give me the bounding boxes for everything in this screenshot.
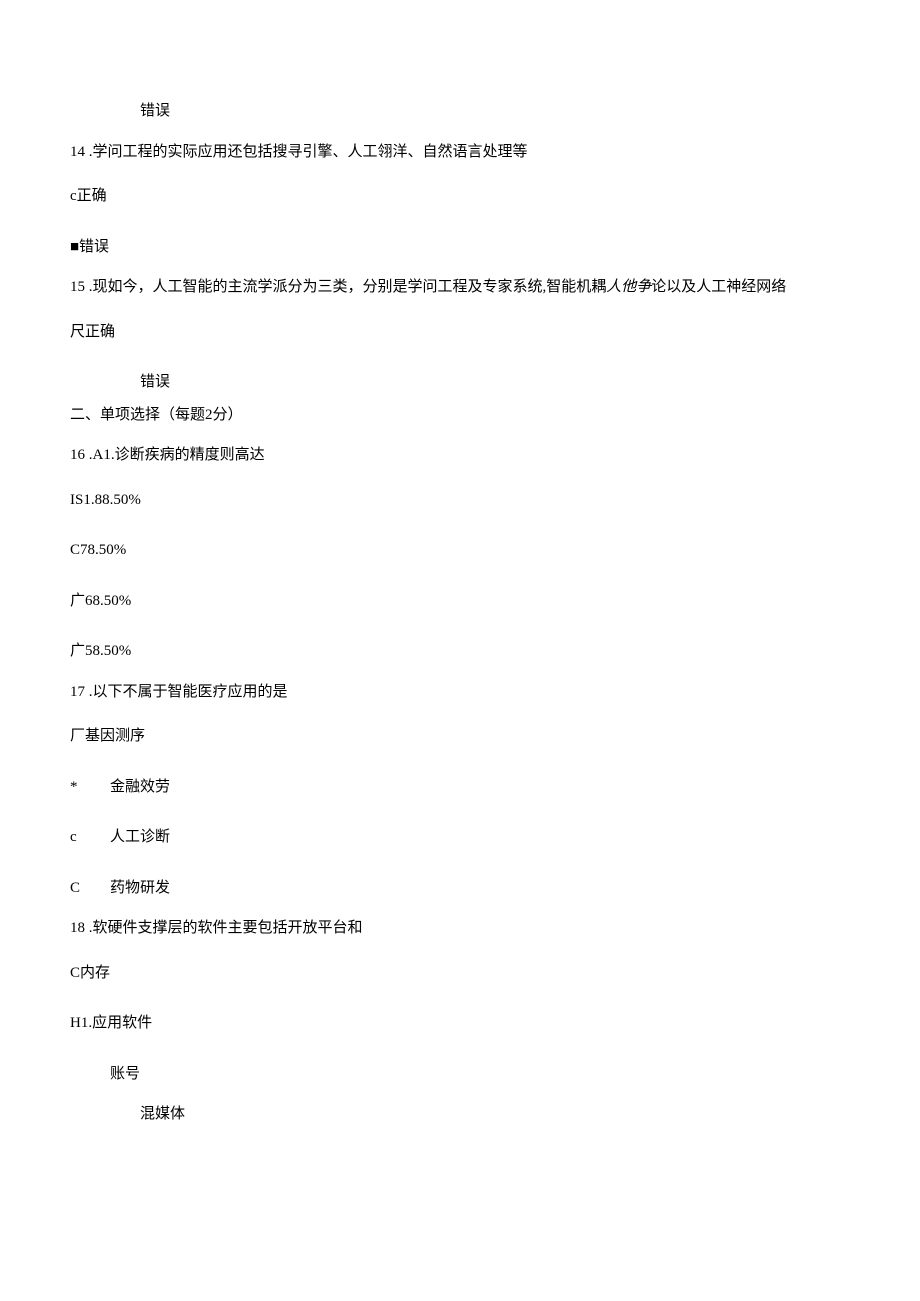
text: 二、单项选择（每题2分） — [70, 407, 243, 423]
option-c: 账号 — [70, 1063, 850, 1086]
number: 16 — [70, 447, 85, 463]
question-15: 15 .现如今，人工智能的主流学派分为三类，分别是学问工程及专家系统,智能机耦人… — [70, 276, 850, 299]
text: 错误 — [140, 374, 170, 390]
text: 账号 — [110, 1066, 140, 1082]
number: 18 — [70, 920, 85, 936]
text: 论以及人工神经网络 — [651, 279, 786, 295]
text: 错误 — [140, 103, 170, 119]
option-correct: 尺正确 — [70, 321, 850, 344]
text: .以下不属于智能医疗应用的是 — [85, 684, 288, 700]
option-d: 混媒体 — [70, 1103, 850, 1126]
text: 广58.50% — [70, 643, 131, 659]
question-18: 18 .软硬件支撑层的软件主要包括开放平台和 — [70, 917, 850, 940]
option-d: C药物研发 — [70, 877, 850, 900]
text: 金融效劳 — [110, 779, 170, 795]
marker: c — [70, 826, 110, 849]
option-c: c人工诊断 — [70, 826, 850, 849]
text: .现如今，人工智能的主流学派分为三类，分别是学问工程及专家系统,智能机耦 — [85, 279, 606, 295]
option-c: 广68.50% — [70, 590, 850, 613]
option-wrong: 错误 — [70, 371, 850, 394]
text: 人工诊断 — [110, 829, 170, 845]
text: 混媒体 — [140, 1106, 185, 1122]
marker: * — [70, 776, 110, 799]
text: C78.50% — [70, 542, 126, 558]
section-header: 二、单项选择（每题2分） — [70, 404, 850, 427]
option-a: C内存 — [70, 962, 850, 985]
marker: C — [70, 877, 110, 900]
text: .A1.诊断疾病的精度则高达 — [85, 447, 265, 463]
text: .软硬件支撑层的软件主要包括开放平台和 — [85, 920, 363, 936]
text: C内存 — [70, 965, 110, 981]
question-17: 17 .以下不属于智能医疗应用的是 — [70, 681, 850, 704]
option-wrong: 错误 — [70, 100, 850, 123]
text: c正确 — [70, 188, 107, 204]
option-b: C78.50% — [70, 539, 850, 562]
option-wrong: ■错误 — [70, 236, 850, 259]
document-page: 错误 14 .学问工程的实际应用还包括搜寻引擎、人工翎洋、自然语言处理等 c正确… — [0, 0, 920, 1301]
option-d: 广58.50% — [70, 640, 850, 663]
text: 尺正确 — [70, 324, 115, 340]
text: IS1.88.50% — [70, 492, 141, 508]
text: 药物研发 — [110, 880, 170, 896]
text: 广68.50% — [70, 593, 131, 609]
option-a: 厂基因测序 — [70, 725, 850, 748]
italic-text: 人他争 — [606, 279, 651, 295]
number: 17 — [70, 684, 85, 700]
option-b: *金融效劳 — [70, 776, 850, 799]
question-16: 16 .A1.诊断疾病的精度则高达 — [70, 444, 850, 467]
text: .学问工程的实际应用还包括搜寻引擎、人工翎洋、自然语言处理等 — [85, 144, 528, 160]
option-b: H1.应用软件 — [70, 1012, 850, 1035]
text: H1.应用软件 — [70, 1015, 152, 1031]
option-a: IS1.88.50% — [70, 489, 850, 512]
number: 15 — [70, 279, 85, 295]
text: 厂基因测序 — [70, 728, 145, 744]
text: ■错误 — [70, 239, 109, 255]
number: 14 — [70, 144, 85, 160]
option-correct: c正确 — [70, 185, 850, 208]
question-14: 14 .学问工程的实际应用还包括搜寻引擎、人工翎洋、自然语言处理等 — [70, 141, 850, 164]
